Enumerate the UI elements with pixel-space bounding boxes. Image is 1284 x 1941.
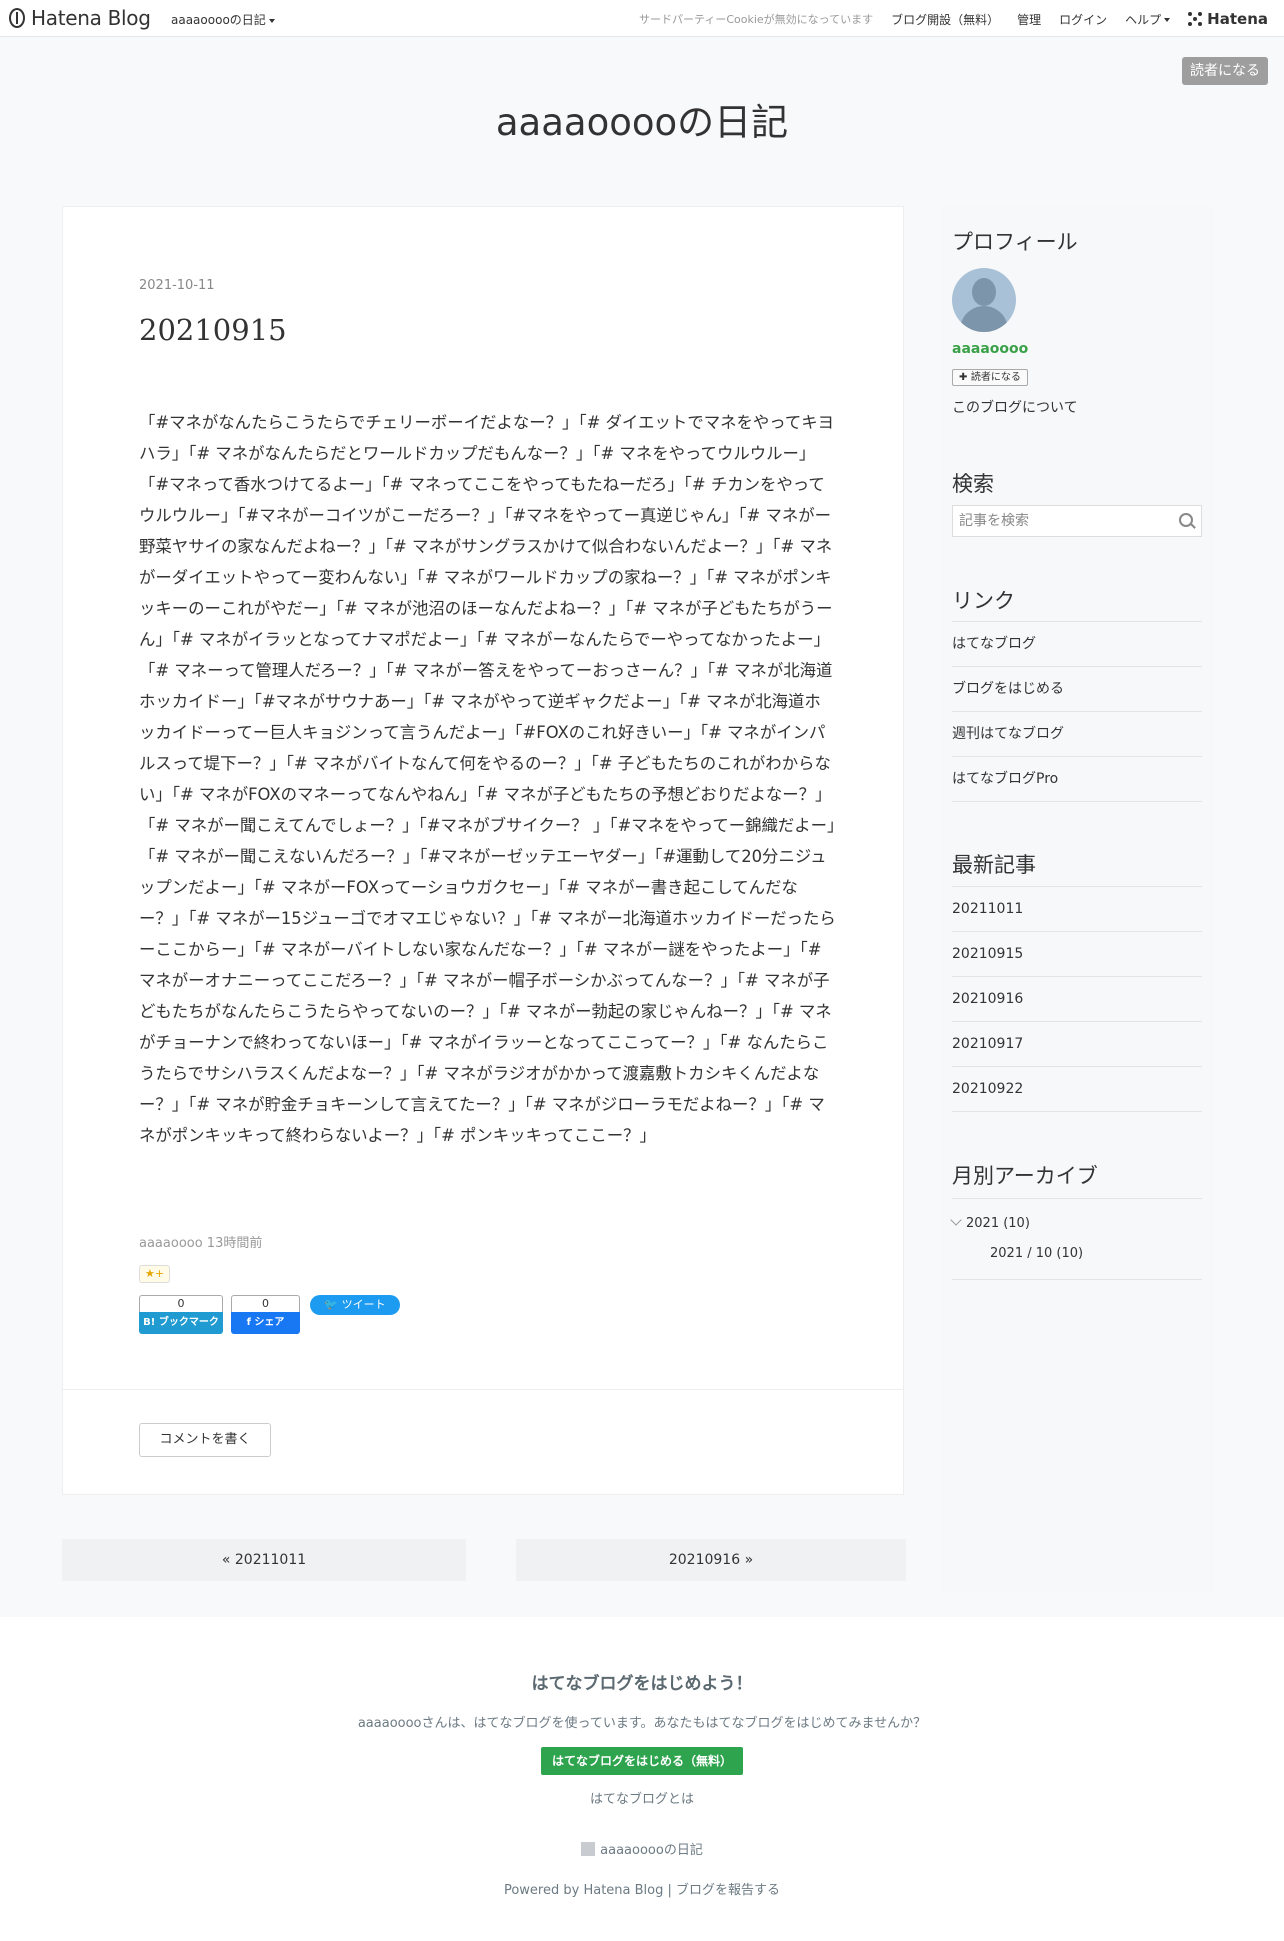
recent-item[interactable]: 20210916 (952, 977, 1202, 1022)
entry-author-time[interactable]: aaaaoooo 13時間前 (139, 1232, 262, 1251)
footer-title: はてなブログをはじめよう！ (531, 1674, 753, 1694)
caret-down-icon (268, 18, 275, 23)
chevron-down-icon (950, 1214, 962, 1226)
header-right-nav: サードパーティーCookieが無効になっています ブログ開設（無料） 管理 ログ… (639, 10, 1268, 28)
pager-prev-link[interactable]: « 20211011 (62, 1539, 466, 1581)
facebook-share-text: シェア (254, 1317, 285, 1328)
facebook-share-button[interactable]: 0 f シェア (231, 1295, 300, 1334)
link-item[interactable]: ブログをはじめる (952, 667, 1202, 712)
links-title: リンク (952, 589, 1015, 613)
link-item[interactable]: はてなブログPro (952, 757, 1202, 802)
archive-module: 月別アーカイブ (952, 1160, 1202, 1190)
divider (63, 1389, 903, 1390)
search-title: 検索 (952, 472, 994, 496)
hatena-dots-icon (1188, 12, 1203, 26)
profile-title: プロフィール (952, 230, 1078, 254)
about-hatena-blog-link[interactable]: はてなブログとは (0, 1788, 1284, 1807)
avatar-head-icon (972, 278, 996, 306)
archive-year-toggle[interactable]: 2021 (10) (950, 1214, 1030, 1231)
subscribe-button[interactable]: 読者になる (1182, 57, 1268, 85)
hatena-bookmark-button[interactable]: 0 B! ブックマーク (139, 1295, 223, 1334)
links-module: リンク (952, 585, 1202, 615)
entry-content: 「#マネがなんたらこうたらでチェリーボーイだよなー？」「# ダイエットでマネをや… (139, 413, 836, 1145)
blog-favicon-icon (581, 1842, 596, 1856)
link-item[interactable]: 週刊はてなブログ (952, 712, 1202, 757)
tweet-label: ツイート (341, 1298, 386, 1311)
profile-name[interactable]: aaaaoooo (952, 341, 1028, 357)
archive-month-link[interactable]: 2021 / 10 (10) (990, 1246, 1083, 1261)
profile-subscribe-button[interactable]: ✚ 読者になる (952, 369, 1028, 386)
footer: はてなブログをはじめよう！ aaaaooooさんは、はてなブログを使っています。… (0, 1617, 1284, 1941)
blog-menu-dropdown[interactable]: aaaaooooの日記 (171, 11, 275, 28)
start-blog-button[interactable]: はてなブログをはじめる（無料） (541, 1747, 743, 1775)
powered-by[interactable]: Powered by Hatena Blog | ブログを報告する (0, 1879, 1284, 1898)
global-header: Hatena Blog aaaaooooの日記 サードパーティーCookieが無… (0, 0, 1284, 37)
search-box (952, 505, 1202, 537)
help-label: ヘルプ (1125, 12, 1162, 27)
search-module: 検索 (952, 468, 1202, 498)
hatena-bookmark-label: B! ブックマーク (139, 1312, 223, 1334)
about-blog-link[interactable]: このブログについて (952, 397, 1078, 417)
hatena-link[interactable]: Hatena (1188, 10, 1268, 28)
avatar-body-icon (960, 306, 1008, 332)
avatar[interactable] (952, 268, 1016, 332)
recent-item[interactable]: 20210915 (952, 932, 1202, 977)
cookie-notice[interactable]: サードパーティーCookieが無効になっています (639, 11, 873, 27)
facebook-share-count: 0 (231, 1295, 300, 1312)
recent-item[interactable]: 20210917 (952, 1022, 1202, 1067)
footer-description: aaaaooooさんは、はてなブログを使っています。あなたもはてなブログをはじめ… (357, 1716, 927, 1731)
write-comment-button[interactable]: コメントを書く (139, 1423, 271, 1457)
facebook-share-label: f シェア (231, 1312, 300, 1334)
footer-blog-link[interactable]: aaaaooooの日記 (0, 1839, 1284, 1858)
start-blog-link[interactable]: ブログ開設（無料） (891, 11, 999, 28)
recent-module: 最新記事 (952, 849, 1202, 879)
search-icon[interactable] (1179, 513, 1193, 527)
recent-list: 20211011 20210915 20210916 20210917 2021… (952, 886, 1202, 1112)
search-input[interactable] (953, 506, 1175, 536)
recent-item[interactable]: 20211011 (952, 887, 1202, 932)
hatena-blog-logo-icon (9, 8, 25, 28)
entry-date[interactable]: 2021-10-11 (139, 278, 215, 293)
links-list: はてなブログ ブログをはじめる 週刊はてなブログ はてなブログPro (952, 621, 1202, 802)
archive-title: 月別アーカイブ (952, 1164, 1098, 1188)
help-menu[interactable]: ヘルプ (1125, 11, 1171, 28)
caret-down-icon (1164, 18, 1171, 22)
hatena-label: Hatena (1207, 10, 1268, 28)
article-container: 2021-10-11 20210915 「#マネがなんたらこうたらでチェリーボー… (62, 206, 904, 1495)
logo-text: Hatena Blog (31, 6, 151, 30)
archive-year-label: 2021 (10) (966, 1216, 1030, 1231)
recent-item[interactable]: 20210922 (952, 1067, 1202, 1112)
blog-menu-label: aaaaooooの日記 (171, 13, 266, 27)
recent-title: 最新記事 (952, 853, 1036, 877)
profile-subscribe-label: 読者になる (970, 372, 1021, 383)
blog-title[interactable]: aaaaooooの日記 (0, 92, 1284, 146)
pager-next-link[interactable]: 20210916 » (516, 1539, 906, 1581)
link-item[interactable]: はてなブログ (952, 622, 1202, 667)
footer-blog-name: aaaaooooの日記 (600, 1843, 703, 1858)
add-star-button[interactable]: ★+ (139, 1265, 170, 1283)
admin-link[interactable]: 管理 (1017, 11, 1041, 28)
twitter-bird-icon: 🐦 (324, 1298, 342, 1311)
entry-title[interactable]: 20210915 (139, 313, 287, 347)
profile-module: プロフィール (952, 226, 1202, 256)
sidebar: プロフィール aaaaoooo ✚ 読者になる このブログについて 検索 リンク… (942, 206, 1214, 1592)
plus-icon: ✚ (959, 372, 971, 383)
tweet-button[interactable]: 🐦 ツイート (310, 1295, 400, 1315)
hatena-bookmark-count: 0 (139, 1295, 223, 1312)
hatena-blog-logo[interactable]: Hatena Blog (9, 6, 151, 30)
login-link[interactable]: ログイン (1059, 11, 1107, 28)
archive-list: 2021 (10) 2021 / 10 (10) (950, 1198, 1202, 1280)
